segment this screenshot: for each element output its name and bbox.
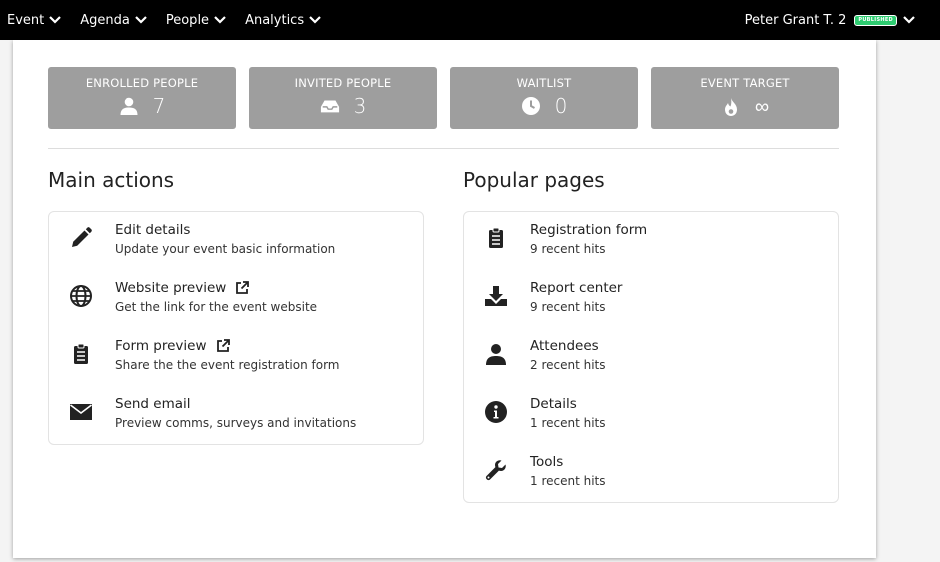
page-title: Attendees [530,338,599,354]
wrench-icon [485,460,506,481]
external-link-icon[interactable] [235,281,250,295]
action-edit-details[interactable]: Edit details Update your event basic inf… [49,222,423,272]
user-icon [486,344,506,365]
nav-event-label: Event [7,12,45,28]
page-title: Tools [530,454,564,470]
action-title: Edit details [115,222,191,238]
stat-label: WAITLIST [516,76,572,90]
page-details[interactable]: Details 1 recent hits [464,396,838,446]
stat-value: ∞ [754,94,770,118]
stat-invited[interactable]: INVITED PEOPLE 3 [249,67,437,129]
chevron-down-icon [49,16,62,24]
stats-row: ENROLLED PEOPLE 7 INVITED PEOPLE 3 WAITL… [48,67,852,129]
stat-waitlist[interactable]: WAITLIST 0 [450,67,638,129]
main-actions-title: Main actions [48,168,175,192]
stat-label: EVENT TARGET [700,76,790,90]
chevron-down-icon [214,16,226,24]
envelope-icon [70,404,92,420]
action-send-email[interactable]: Send email Preview comms, surveys and in… [49,396,423,446]
stat-label: ENROLLED PEOPLE [85,76,199,90]
action-title: Website preview [115,280,227,296]
download-icon [485,286,507,306]
nav-agenda[interactable]: Agenda [80,13,147,28]
stat-label: INVITED PEOPLE [294,76,392,90]
page-hits: 1 recent hits [530,474,606,488]
nav-people-label: People [165,12,210,28]
action-form-preview[interactable]: Form preview Share the the event registr… [49,338,423,388]
action-website-preview[interactable]: Website preview Get the link for the eve… [49,280,423,330]
fire-icon [724,97,737,116]
page-tools[interactable]: Tools 1 recent hits [464,454,838,504]
nav-menu: Event Agenda People Analytics [0,13,340,28]
page-hits: 1 recent hits [530,416,606,430]
page-hits: 9 recent hits [530,300,606,314]
globe-icon [70,285,92,307]
action-subtitle: Update your event basic information [115,242,336,256]
action-subtitle: Share the the event registration form [115,358,340,372]
user-menu[interactable]: Peter Grant T. 2 PUBLISHED [745,13,940,28]
page-report-center[interactable]: Report center 9 recent hits [464,280,838,330]
page-attendees[interactable]: Attendees 2 recent hits [464,338,838,388]
external-link-icon[interactable] [216,339,230,353]
page-hits: 9 recent hits [530,242,606,256]
nav-analytics-label: Analytics [245,12,305,28]
status-badge: PUBLISHED [854,14,897,26]
page-title: Registration form [530,222,648,238]
page-registration-form[interactable]: Registration form 9 recent hits [464,222,838,272]
top-nav: Event Agenda People Analytics Peter Gran… [0,0,940,40]
clock-icon [521,97,540,115]
page-title: Report center [530,280,623,296]
page-hits: 2 recent hits [530,358,606,372]
popular-pages-title: Popular pages [463,168,605,192]
user-icon [120,97,138,115]
main-actions-list: Edit details Update your event basic inf… [48,211,424,445]
nav-event[interactable]: Event [7,12,62,28]
stat-enrolled[interactable]: ENROLLED PEOPLE 7 [48,67,236,129]
action-subtitle: Preview comms, surveys and invitations [115,416,357,430]
divider [48,148,839,149]
nav-people[interactable]: People [166,13,226,28]
chevron-down-icon [903,16,915,24]
action-title: Send email [115,396,191,412]
chevron-down-icon [135,16,147,24]
action-title: Form preview [115,338,207,354]
action-subtitle: Get the link for the event website [115,300,318,314]
stat-value: 0 [554,94,568,118]
stat-value: 7 [152,94,166,118]
stat-value: 3 [353,94,367,118]
pencil-icon [72,227,92,247]
nav-agenda-label: Agenda [80,12,130,28]
info-circle-icon [485,401,507,423]
clipboard-list-icon [489,227,503,248]
chevron-down-icon [309,16,321,24]
page-title: Details [530,396,577,412]
clipboard-icon [74,343,88,364]
nav-analytics[interactable]: Analytics [245,13,321,28]
popular-pages-list: Registration form 9 recent hits Report c… [463,211,839,503]
dashboard-panel: ENROLLED PEOPLE 7 INVITED PEOPLE 3 WAITL… [13,40,876,558]
inbox-icon [320,100,339,113]
stat-event-target[interactable]: EVENT TARGET ∞ [651,67,839,129]
user-name: Peter Grant T. 2 [744,12,847,28]
